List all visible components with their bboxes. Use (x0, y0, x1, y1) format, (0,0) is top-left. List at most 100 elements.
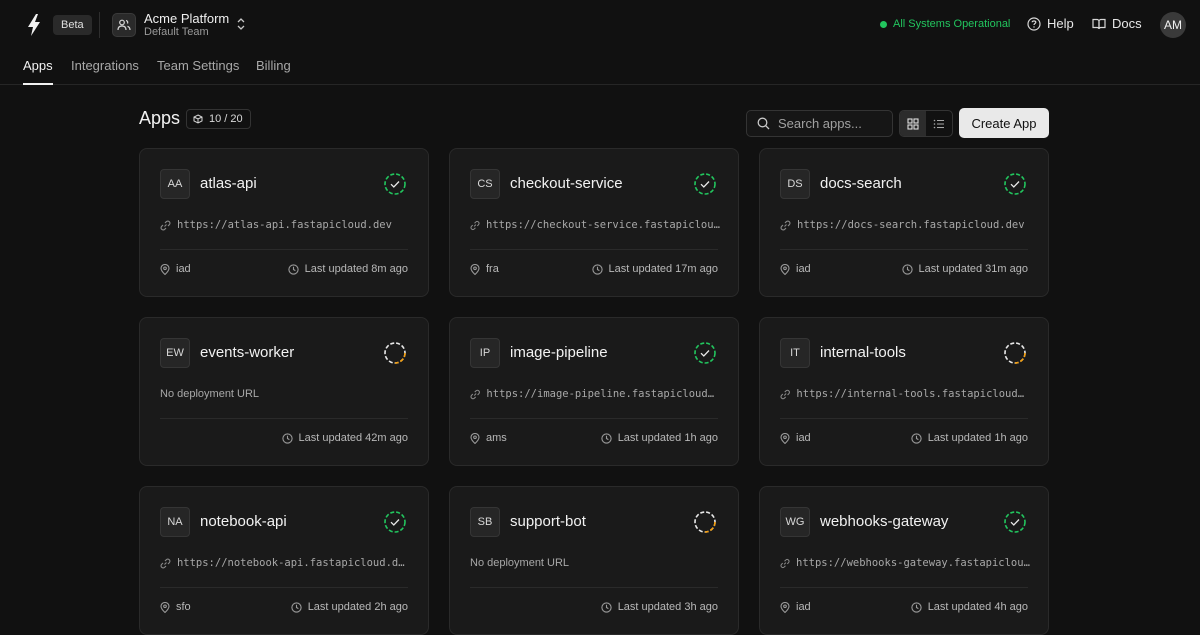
app-name[interactable]: notebook-api (200, 513, 287, 530)
app-card[interactable]: AA atlas-api https://atlas-api.fastapiclou… (139, 148, 429, 297)
map-pin-icon (780, 601, 790, 613)
last-updated-text: Last updated 17m ago (608, 263, 718, 275)
deployment-url-text[interactable]: https://image-pipeline.fastapicloud.dev (486, 388, 720, 400)
deployment-url[interactable]: https://atlas-api.fastapicloud.dev (160, 219, 410, 231)
deployment-url[interactable]: https://image-pipeline.fastapicloud.dev (470, 388, 720, 400)
last-updated: Last updated 17m ago (591, 263, 718, 275)
app-card[interactable]: IP image-pipeline https://image-pipeline.f… (449, 317, 739, 466)
tab-team-settings[interactable]: Team Settings (157, 58, 239, 85)
app-card[interactable]: WG webhooks-gateway https://webhooks-gatew… (759, 486, 1049, 635)
search-icon (757, 117, 770, 130)
beta-badge: Beta (53, 15, 92, 35)
create-app-button[interactable]: Create App (959, 108, 1049, 138)
link-icon (780, 219, 791, 231)
users-icon (117, 19, 131, 31)
last-updated-text: Last updated 8m ago (304, 263, 408, 275)
app-name[interactable]: atlas-api (200, 175, 257, 192)
map-pin-icon (160, 601, 170, 613)
app-name[interactable]: internal-tools (820, 344, 906, 361)
last-updated-text: Last updated 2h ago (307, 601, 408, 613)
chevron-up-down-icon[interactable] (235, 17, 247, 31)
map-pin-icon (470, 432, 480, 444)
card-divider (780, 249, 1028, 250)
page-title: Apps (139, 108, 181, 128)
app-initials: EW (160, 338, 190, 368)
app-name[interactable]: webhooks-gateway (820, 513, 948, 530)
top-bar: Beta Acme Platform Default Team All Syst… (0, 0, 1200, 50)
search-input[interactable] (778, 116, 888, 131)
last-updated: Last updated 31m ago (901, 263, 1028, 275)
deployment-url-text[interactable]: https://internal-tools.fastapicloud.dev (796, 388, 1030, 400)
deployment-url-text[interactable]: https://webhooks-gateway.fastapicloud.de… (796, 557, 1030, 569)
app-name[interactable]: events-worker (200, 344, 294, 361)
tab-apps[interactable]: Apps (23, 58, 53, 85)
app-card[interactable]: DS docs-search https://docs-search.fastapi… (759, 148, 1049, 297)
clock-icon (911, 432, 922, 444)
app-name[interactable]: support-bot (510, 513, 586, 530)
link-icon (780, 389, 790, 399)
last-updated: Last updated 1h ago (911, 432, 1028, 444)
logo-icon[interactable] (26, 14, 42, 36)
app-initials: DS (780, 169, 810, 199)
link-icon (470, 220, 480, 230)
app-initials: CS (470, 169, 500, 199)
app-region-text: iad (796, 432, 811, 444)
app-initials: SB (470, 507, 500, 537)
app-name[interactable]: docs-search (820, 175, 902, 192)
app-name[interactable]: checkout-service (510, 175, 623, 192)
app-card[interactable]: EW events-worker No deployment URL Last upd… (139, 317, 429, 466)
team-switcher[interactable]: Acme Platform Default Team (144, 11, 229, 39)
card-divider (470, 587, 718, 588)
deployment-url[interactable]: https://webhooks-gateway.fastapicloud.de… (780, 557, 1030, 569)
deployment-url[interactable]: https://docs-search.fastapicloud.dev (780, 219, 1030, 231)
deployment-url[interactable]: https://notebook-api.fastapicloud.dev (160, 557, 410, 569)
app-region-text: ams (486, 432, 507, 444)
spinner-icon (1004, 342, 1026, 364)
app-name[interactable]: image-pipeline (510, 344, 608, 361)
search-box[interactable] (746, 110, 893, 137)
card-divider (160, 418, 408, 419)
app-region: iad (160, 263, 191, 275)
last-updated: Last updated 8m ago (287, 263, 408, 275)
list-view-button[interactable] (926, 111, 952, 136)
app-region-text: iad (176, 263, 191, 275)
deployment-url-text[interactable]: https://atlas-api.fastapicloud.dev (177, 219, 392, 231)
deployment-url[interactable]: https://checkout-service.fastapicloud.de… (470, 219, 720, 231)
last-updated-text: Last updated 4h ago (927, 601, 1028, 613)
no-deployment-url-text: No deployment URL (470, 557, 570, 569)
app-card[interactable]: IT internal-tools https://internal-tools.f… (759, 317, 1049, 466)
tab-billing[interactable]: Billing (256, 58, 291, 85)
app-region: iad (780, 601, 811, 613)
app-card[interactable]: NA notebook-api https://notebook-api.fasta… (139, 486, 429, 635)
deployment-url[interactable]: https://internal-tools.fastapicloud.dev (780, 388, 1030, 400)
app-region: sfo (160, 601, 191, 613)
help-circle-icon (1027, 16, 1041, 31)
app-card[interactable]: CS checkout-service https://checkout-servi… (449, 148, 739, 297)
docs-link[interactable]: Docs (1092, 16, 1142, 31)
user-avatar[interactable]: AM (1160, 12, 1186, 38)
cube-icon (193, 114, 203, 124)
deployment-url-text[interactable]: https://notebook-api.fastapicloud.dev (177, 557, 410, 569)
tab-integrations[interactable]: Integrations (71, 58, 139, 85)
team-switcher-icon[interactable] (112, 13, 136, 37)
view-toggle (899, 110, 953, 137)
header-divider (99, 12, 100, 38)
deployment-url-text[interactable]: https://docs-search.fastapicloud.dev (797, 219, 1025, 231)
link-icon (470, 389, 480, 399)
last-updated: Last updated 3h ago (601, 601, 718, 613)
app-card[interactable]: SB support-bot No deployment URL Last updat… (449, 486, 739, 635)
help-link[interactable]: Help (1027, 16, 1074, 31)
app-initials: IP (470, 338, 500, 368)
card-divider (780, 587, 1028, 588)
grid-icon (907, 117, 919, 130)
clock-icon (291, 601, 302, 613)
card-divider (470, 418, 718, 419)
deployment-url-text[interactable]: https://checkout-service.fastapicloud.de… (486, 219, 720, 231)
last-updated-text: Last updated 1h ago (927, 432, 1028, 444)
check-circle-icon (694, 342, 716, 364)
grid-view-button[interactable] (900, 111, 926, 136)
last-updated-text: Last updated 3h ago (617, 601, 718, 613)
check-circle-icon (384, 173, 406, 195)
system-status[interactable]: All Systems Operational (880, 18, 1010, 30)
app-region-text: iad (796, 263, 811, 275)
